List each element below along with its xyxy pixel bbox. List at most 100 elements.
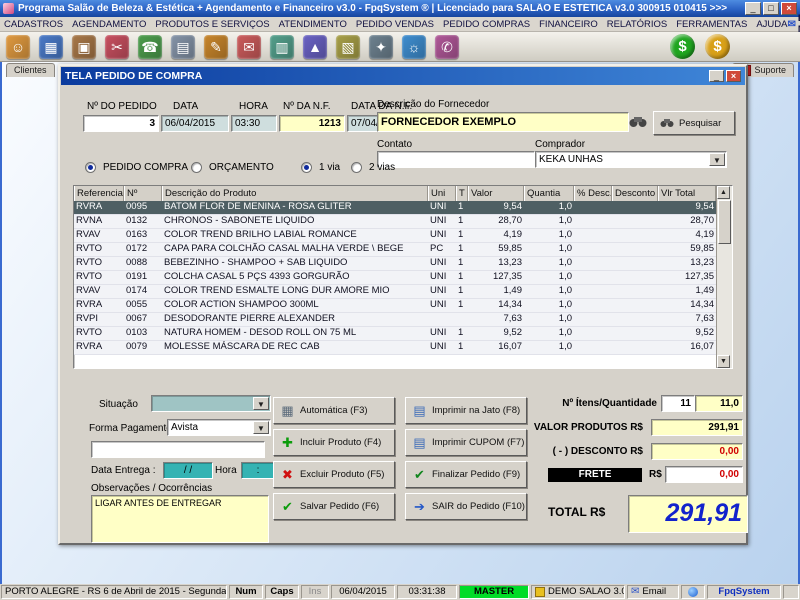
tab-clientes[interactable]: Clientes bbox=[6, 63, 55, 77]
menu-item-relat-rios[interactable]: RELATÓRIOS bbox=[607, 19, 668, 30]
reports-icon[interactable]: ▲ bbox=[303, 35, 327, 59]
web-icon[interactable]: ☼ bbox=[402, 35, 426, 59]
observacoes-textarea[interactable]: LIGAR ANTES DE ENTREGAR bbox=[91, 495, 269, 543]
status-email[interactable]: ✉ Email bbox=[627, 585, 679, 599]
cell-t: 1 bbox=[456, 285, 468, 298]
column-header-quantia[interactable]: Quantia bbox=[524, 186, 574, 201]
cell-vlr-total: 9,54 bbox=[658, 201, 716, 214]
menu-item-agendamento[interactable]: AGENDAMENTO bbox=[72, 19, 146, 30]
tools-icon[interactable]: ✦ bbox=[369, 35, 393, 59]
column-header-referencia[interactable]: Referencia bbox=[74, 186, 124, 201]
menu-item-atendimento[interactable]: ATENDIMENTO bbox=[279, 19, 347, 30]
table-row[interactable]: RVTO0191COLCHA CASAL 5 PÇS 4393 GORGURÃO… bbox=[74, 271, 732, 285]
fornecedor-field[interactable]: FORNECEDOR EXEMPLO bbox=[377, 112, 629, 132]
clients-icon[interactable]: ☺ bbox=[6, 35, 30, 59]
pedido-field[interactable]: 3 bbox=[83, 115, 159, 132]
hora-entrega-field[interactable]: : bbox=[241, 462, 275, 479]
cash-register-icon[interactable]: ▤ bbox=[171, 35, 195, 59]
purchase-order-icon[interactable]: ✉ bbox=[237, 35, 261, 59]
imprimir-jato-button[interactable]: ▤Imprimir na Jato (F8) bbox=[405, 397, 527, 424]
scrollbar-thumb[interactable] bbox=[718, 200, 731, 244]
table-row[interactable]: RVTO0103NATURA HOMEM - DESOD ROLL ON 75 … bbox=[74, 327, 732, 341]
column-header-desconto[interactable]: Desconto bbox=[612, 186, 658, 201]
column-header-desc[interactable]: % Desc. bbox=[574, 186, 612, 201]
dialog-minimize-button[interactable]: _ bbox=[709, 70, 724, 82]
contato-field[interactable] bbox=[377, 151, 535, 168]
table-row[interactable]: RVAV0174COLOR TREND ESMALTE LONG DUR AMO… bbox=[74, 285, 732, 299]
pagamento-extra-field[interactable] bbox=[91, 441, 265, 458]
radio-pedido-compra[interactable] bbox=[85, 162, 96, 173]
minimize-button[interactable]: _ bbox=[745, 2, 761, 15]
cell-descricao: CAPA PARA COLCHÃO CASAL MALHA VERDE \ BE… bbox=[162, 243, 428, 256]
chevron-down-icon[interactable]: ▼ bbox=[253, 421, 269, 434]
salvar-pedido-button[interactable]: ✔Salvar Pedido (F6) bbox=[273, 493, 395, 520]
column-header-valor[interactable]: Valor bbox=[468, 186, 524, 201]
table-scrollbar[interactable]: ▲ ▼ bbox=[716, 186, 732, 368]
situacao-select[interactable]: ▼ bbox=[151, 395, 271, 412]
menu-item-pedido-compras[interactable]: PEDIDO COMPRAS bbox=[443, 19, 530, 30]
documents-icon[interactable]: ▧ bbox=[336, 35, 360, 59]
scroll-down-icon[interactable]: ▼ bbox=[717, 355, 730, 368]
table-row[interactable]: RVRA0079MOLESSE MÁSCARA DE REC CABUNI116… bbox=[74, 341, 732, 355]
money-green-icon[interactable]: $ bbox=[670, 34, 695, 59]
menu-item-ajuda[interactable]: AJUDA bbox=[756, 19, 787, 30]
status-time: 03:31:38 bbox=[397, 585, 457, 599]
column-header-descri-o-do-produto[interactable]: Descrição do Produto bbox=[162, 186, 428, 201]
frete-field[interactable]: 0,00 bbox=[665, 466, 743, 483]
table-row[interactable]: RVAV0163COLOR TREND BRILHO LABIAL ROMANC… bbox=[74, 229, 732, 243]
attendance-icon[interactable]: ☎ bbox=[138, 35, 162, 59]
finance-icon[interactable]: ▥ bbox=[270, 35, 294, 59]
money-gold-icon[interactable]: $ bbox=[705, 34, 730, 59]
table-row[interactable]: RVNA0132CHRONOS - SABONETE LIQUIDOUNI128… bbox=[74, 215, 732, 229]
scroll-up-icon[interactable]: ▲ bbox=[717, 186, 730, 199]
status-web[interactable] bbox=[681, 585, 705, 599]
imprimir-cupom-button[interactable]: ▤Imprimir CUPOM (F7) bbox=[405, 429, 527, 456]
chevron-down-icon[interactable]: ▼ bbox=[709, 153, 725, 166]
column-header-t[interactable]: T bbox=[456, 186, 468, 201]
maximize-button[interactable]: □ bbox=[763, 2, 779, 15]
chevron-down-icon[interactable]: ▼ bbox=[253, 397, 269, 410]
products-icon[interactable]: ▣ bbox=[72, 35, 96, 59]
incluir-produto-button[interactable]: ✚Incluir Produto (F4) bbox=[273, 429, 395, 456]
excluir-produto-button[interactable]: ✖Excluir Produto (F5) bbox=[273, 461, 395, 488]
data-field[interactable]: 06/04/2015 bbox=[161, 115, 229, 132]
cell-desconto bbox=[612, 243, 658, 256]
cell-quantia: 1,0 bbox=[524, 201, 574, 214]
automatica-button[interactable]: ▦Automática (F3) bbox=[273, 397, 395, 424]
agenda-icon[interactable]: ▦ bbox=[39, 35, 63, 59]
pesquisar-button[interactable]: Pesquisar bbox=[653, 111, 735, 135]
finalizar-pedido-button[interactable]: ✔Finalizar Pedido (F9) bbox=[405, 461, 527, 488]
cell-desconto bbox=[612, 229, 658, 242]
dialog-close-button[interactable]: × bbox=[726, 70, 741, 82]
column-header-uni[interactable]: Uni bbox=[428, 186, 456, 201]
column-header-n[interactable]: Nº bbox=[124, 186, 162, 201]
radio-orcamento[interactable] bbox=[191, 162, 202, 173]
table-row[interactable]: RVTO0088BEBEZINHO - SHAMPOO + SAB LIQUID… bbox=[74, 257, 732, 271]
sales-order-icon[interactable]: ✎ bbox=[204, 35, 228, 59]
menu-item-produtos-e-servi-os[interactable]: PRODUTOS E SERVIÇOS bbox=[155, 19, 269, 30]
data-entrega-field[interactable]: / / bbox=[163, 462, 213, 479]
column-header-vlr-total[interactable]: Vlr Total bbox=[658, 186, 716, 201]
services-icon[interactable]: ✂ bbox=[105, 35, 129, 59]
comprador-select[interactable]: KEKA UNHAS ▼ bbox=[535, 151, 727, 168]
radio-2-vias[interactable] bbox=[351, 162, 362, 173]
hora-field[interactable]: 03:30 bbox=[231, 115, 277, 132]
menu-item-ferramentas[interactable]: FERRAMENTAS bbox=[676, 19, 747, 30]
radio-1-via[interactable] bbox=[301, 162, 312, 173]
cell-valor: 1,49 bbox=[468, 285, 524, 298]
cell-quantia: 1,0 bbox=[524, 257, 574, 270]
sair-pedido-button[interactable]: ➔SAIR do Pedido (F10) bbox=[405, 493, 527, 520]
table-row[interactable]: RVRA0095BATOM FLOR DE MENINA - ROSA GLIT… bbox=[74, 201, 732, 215]
nf-field[interactable]: 1213 bbox=[279, 115, 345, 132]
cell-valor: 13,23 bbox=[468, 257, 524, 270]
menu-item-pedido-vendas[interactable]: PEDIDO VENDAS bbox=[356, 19, 434, 30]
app-icon bbox=[3, 3, 14, 14]
table-row[interactable]: RVPI0067DESODORANTE PIERRE ALEXANDER7,63… bbox=[74, 313, 732, 327]
table-row[interactable]: RVRA0055COLOR ACTION SHAMPOO 300MLUNI114… bbox=[74, 299, 732, 313]
table-row[interactable]: RVTO0172CAPA PARA COLCHÃO CASAL MALHA VE… bbox=[74, 243, 732, 257]
contact-icon[interactable]: ✆ bbox=[435, 35, 459, 59]
menu-item-cadastros[interactable]: CADASTROS bbox=[4, 19, 63, 30]
forma-pagamento-select[interactable]: Avista ▼ bbox=[167, 419, 271, 436]
menu-item-financeiro[interactable]: FINANCEIRO bbox=[539, 19, 598, 30]
cell-descricao: COLCHA CASAL 5 PÇS 4393 GORGURÃO bbox=[162, 271, 428, 284]
